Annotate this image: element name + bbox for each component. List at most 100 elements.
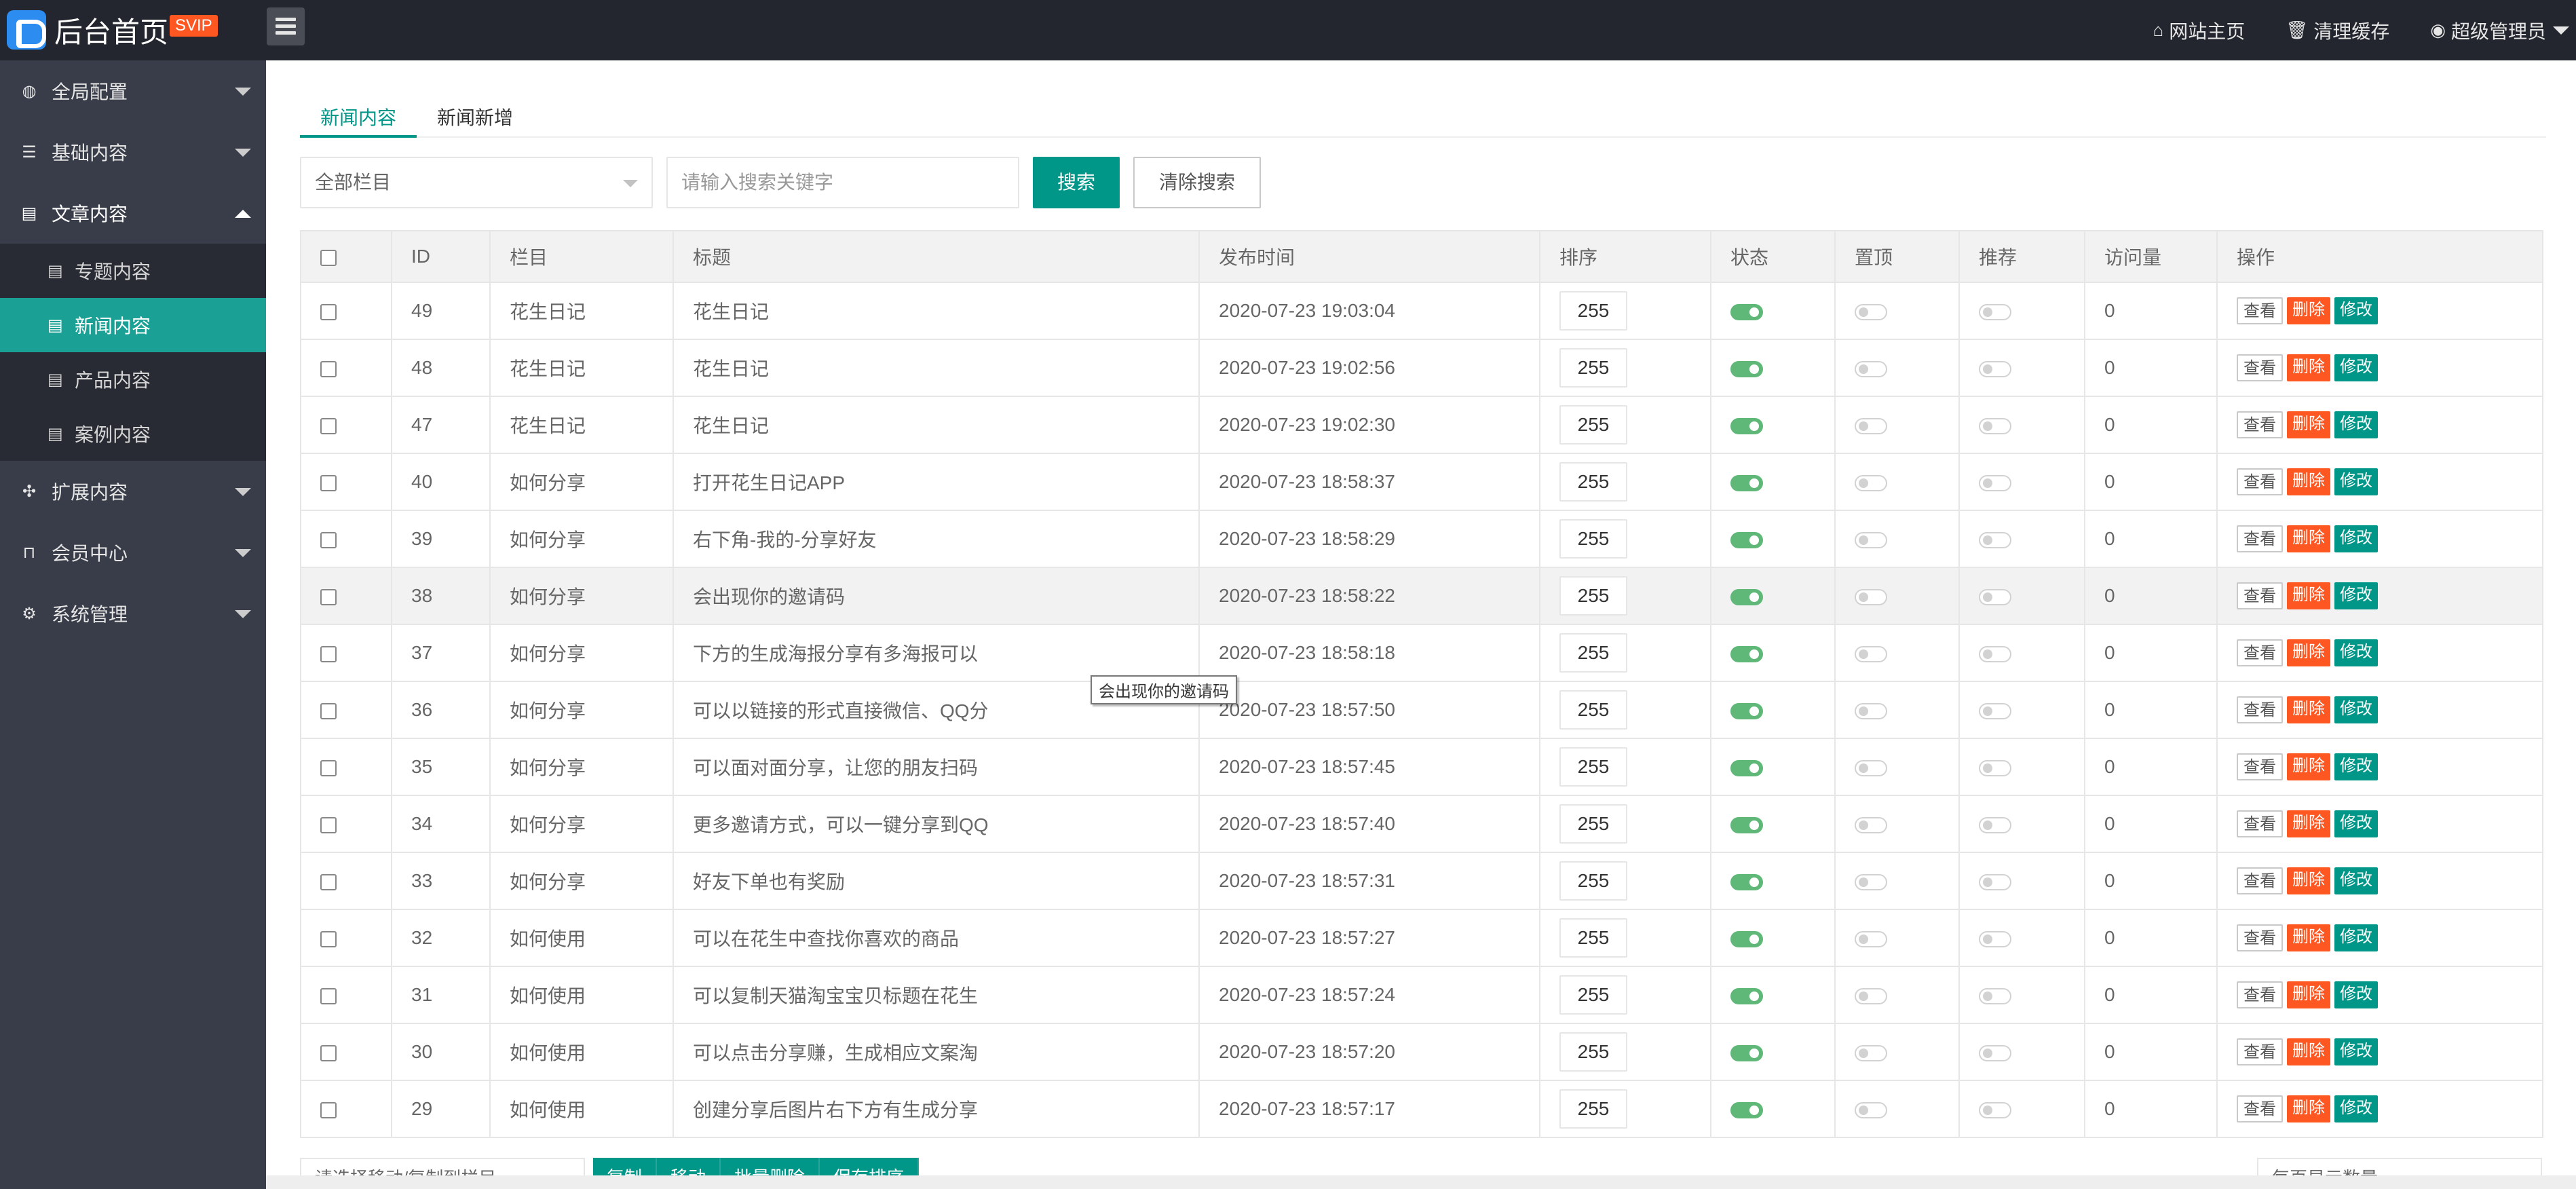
sidebar-subitem-cases[interactable]: ▤ 案例内容 xyxy=(0,407,266,461)
view-button[interactable]: 查看 xyxy=(2237,468,2283,495)
row-checkbox[interactable] xyxy=(320,930,337,947)
table-row[interactable]: 37 如何分享 下方的生成海报分享有多海报可以 2020-07-23 18:58:18… xyxy=(300,624,2543,682)
row-checkbox[interactable] xyxy=(320,360,337,377)
status-toggle[interactable] xyxy=(1730,303,1763,320)
edit-button[interactable]: 修改 xyxy=(2334,1038,2378,1065)
edit-button[interactable]: 修改 xyxy=(2334,981,2378,1008)
recommend-toggle[interactable] xyxy=(1979,930,2011,947)
status-toggle[interactable] xyxy=(1730,873,1763,890)
sort-input[interactable]: 255 xyxy=(1559,690,1627,730)
sort-input[interactable]: 255 xyxy=(1559,405,1627,445)
row-checkbox[interactable] xyxy=(320,816,337,833)
table-row[interactable]: 48 花生日记 花生日记 2020-07-23 19:02:56 255 0 查看 删除 修改 xyxy=(300,339,2543,397)
sort-input[interactable]: 255 xyxy=(1559,747,1627,787)
recommend-toggle[interactable] xyxy=(1979,1044,2011,1061)
top-toggle[interactable] xyxy=(1855,759,1887,776)
sidebar-item-extensions[interactable]: ✣ 扩展内容 xyxy=(0,461,266,522)
search-button[interactable]: 搜索 xyxy=(1033,157,1120,208)
edit-button[interactable]: 修改 xyxy=(2334,354,2378,381)
top-toggle[interactable] xyxy=(1855,987,1887,1004)
app-title[interactable]: 后台首页 xyxy=(54,10,168,51)
edit-button[interactable]: 修改 xyxy=(2334,525,2378,552)
edit-button[interactable]: 修改 xyxy=(2334,924,2378,951)
table-row[interactable]: 40 如何分享 打开花生日记APP 2020-07-23 18:58:37 255 0 查看… xyxy=(300,453,2543,511)
edit-button[interactable]: 修改 xyxy=(2334,411,2378,438)
top-toggle[interactable] xyxy=(1855,1101,1887,1118)
sort-input[interactable]: 255 xyxy=(1559,918,1627,958)
recommend-toggle[interactable] xyxy=(1979,987,2011,1004)
top-toggle[interactable] xyxy=(1855,816,1887,833)
delete-button[interactable]: 删除 xyxy=(2287,525,2330,552)
table-row[interactable]: 47 花生日记 花生日记 2020-07-23 19:02:30 255 0 查看 删除 修改 xyxy=(300,396,2543,454)
recommend-toggle[interactable] xyxy=(1979,417,2011,434)
delete-button[interactable]: 删除 xyxy=(2287,468,2330,495)
view-button[interactable]: 查看 xyxy=(2237,297,2283,324)
view-button[interactable]: 查看 xyxy=(2237,696,2283,723)
edit-button[interactable]: 修改 xyxy=(2334,297,2378,324)
view-button[interactable]: 查看 xyxy=(2237,1095,2283,1122)
tab-news-add[interactable]: 新闻新增 xyxy=(417,94,533,138)
sort-input[interactable]: 255 xyxy=(1559,1089,1627,1129)
row-checkbox[interactable] xyxy=(320,645,337,662)
sidebar-item-article-content[interactable]: ▤ 文章内容 xyxy=(0,183,266,244)
edit-button[interactable]: 修改 xyxy=(2334,753,2378,780)
top-toggle[interactable] xyxy=(1855,531,1887,548)
status-toggle[interactable] xyxy=(1730,930,1763,947)
table-row[interactable]: 35 如何分享 可以面对面分享，让您的朋友扫码 2020-07-23 18:57:45… xyxy=(300,738,2543,796)
sidebar-item-basic-content[interactable]: ☰ 基础内容 xyxy=(0,121,266,183)
sidebar-item-system[interactable]: ⚙ 系统管理 xyxy=(0,583,266,644)
sidebar-item-members[interactable]: ⊓ 会员中心 xyxy=(0,522,266,583)
menu-toggle-button[interactable] xyxy=(267,7,305,45)
sort-input[interactable]: 255 xyxy=(1559,861,1627,901)
table-row[interactable]: 34 如何分享 更多邀请方式，可以一键分享到QQ 2020-07-23 18:57:4… xyxy=(300,795,2543,853)
recommend-toggle[interactable] xyxy=(1979,702,2011,719)
view-button[interactable]: 查看 xyxy=(2237,525,2283,552)
row-checkbox[interactable] xyxy=(320,417,337,434)
view-button[interactable]: 查看 xyxy=(2237,924,2283,951)
sort-input[interactable]: 255 xyxy=(1559,519,1627,559)
sort-input[interactable]: 255 xyxy=(1559,633,1627,673)
edit-button[interactable]: 修改 xyxy=(2334,582,2378,609)
clear-cache-link[interactable]: 🗑 清理缓存 xyxy=(2286,17,2389,44)
sort-input[interactable]: 255 xyxy=(1559,348,1627,388)
edit-button[interactable]: 修改 xyxy=(2334,696,2378,723)
top-toggle[interactable] xyxy=(1855,873,1887,890)
clear-search-button[interactable]: 清除搜索 xyxy=(1133,157,1261,208)
status-toggle[interactable] xyxy=(1730,816,1763,833)
view-button[interactable]: 查看 xyxy=(2237,753,2283,780)
edit-button[interactable]: 修改 xyxy=(2334,468,2378,495)
sidebar-subitem-products[interactable]: ▤ 产品内容 xyxy=(0,352,266,407)
status-toggle[interactable] xyxy=(1730,1044,1763,1061)
delete-button[interactable]: 删除 xyxy=(2287,582,2330,609)
recommend-toggle[interactable] xyxy=(1979,873,2011,890)
table-row[interactable]: 38 如何分享 会出现你的邀请码 2020-07-23 18:58:22 255 0 查看删… xyxy=(300,567,2543,625)
table-row[interactable]: 32 如何使用 可以在花生中查找你喜欢的商品 2020-07-23 18:57:27 2… xyxy=(300,909,2543,967)
sort-input[interactable]: 255 xyxy=(1559,804,1627,844)
keyword-search-input[interactable] xyxy=(666,157,1019,208)
status-toggle[interactable] xyxy=(1730,759,1763,776)
tab-news-list[interactable]: 新闻内容 xyxy=(300,94,417,138)
view-button[interactable]: 查看 xyxy=(2237,1038,2283,1065)
row-checkbox[interactable] xyxy=(320,474,337,491)
delete-button[interactable]: 删除 xyxy=(2287,924,2330,951)
top-toggle[interactable] xyxy=(1855,303,1887,320)
sort-input[interactable]: 255 xyxy=(1559,462,1627,502)
view-button[interactable]: 查看 xyxy=(2237,639,2283,666)
status-toggle[interactable] xyxy=(1730,474,1763,491)
view-button[interactable]: 查看 xyxy=(2237,411,2283,438)
row-checkbox[interactable] xyxy=(320,303,337,320)
top-toggle[interactable] xyxy=(1855,930,1887,947)
row-checkbox[interactable] xyxy=(320,702,337,719)
status-toggle[interactable] xyxy=(1730,645,1763,662)
top-toggle[interactable] xyxy=(1855,588,1887,605)
row-checkbox[interactable] xyxy=(320,1101,337,1118)
delete-button[interactable]: 删除 xyxy=(2287,639,2330,666)
select-all-checkbox[interactable] xyxy=(320,249,337,266)
row-checkbox[interactable] xyxy=(320,588,337,605)
view-button[interactable]: 查看 xyxy=(2237,981,2283,1008)
top-toggle[interactable] xyxy=(1855,417,1887,434)
table-row[interactable]: 36 如何分享 可以以链接的形式直接微信、QQ分 2020-07-23 18:57:5… xyxy=(300,681,2543,739)
recommend-toggle[interactable] xyxy=(1979,588,2011,605)
status-toggle[interactable] xyxy=(1730,1101,1763,1118)
recommend-toggle[interactable] xyxy=(1979,759,2011,776)
